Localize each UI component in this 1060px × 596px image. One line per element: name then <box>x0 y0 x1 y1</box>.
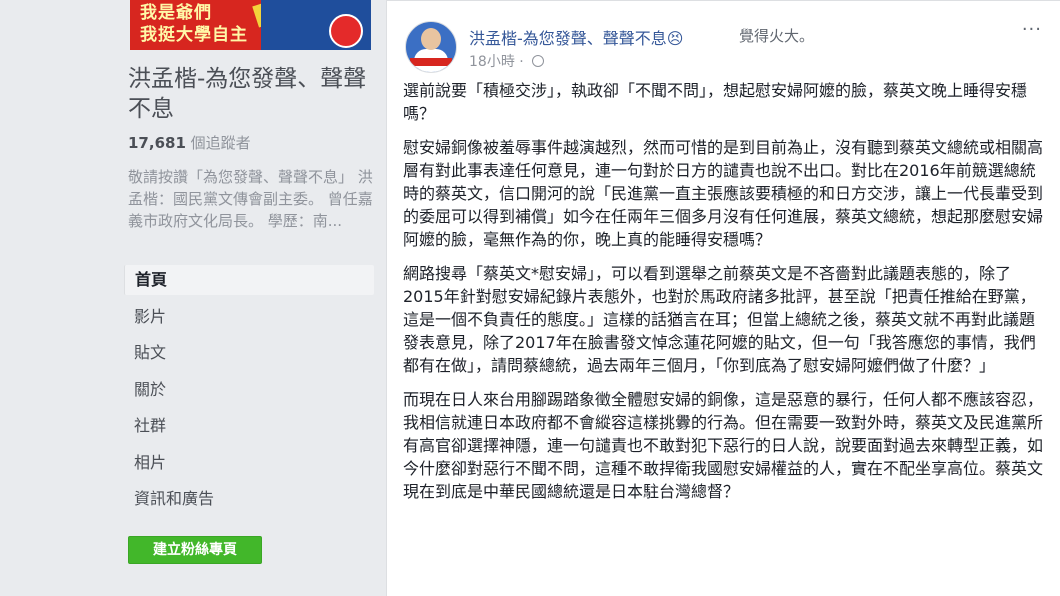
left-sidebar: 我是爺們 我挺大學自主 洪孟楷-為您發聲、聲聲不息 17,681 個追蹤者 敬請… <box>0 0 385 596</box>
post-card: 洪孟楷-為您發聲、聲聲不息😣 覺得火大。 18小時 · ··· 選前說要「積極交… <box>386 0 1060 596</box>
post-author-link[interactable]: 洪孟楷-為您發聲、聲聲不息😣 <box>469 25 683 49</box>
post-timestamp[interactable]: 18小時 · <box>469 51 545 71</box>
avatar-sash <box>410 58 452 66</box>
nav-item-videos[interactable]: 影片 <box>124 302 374 332</box>
followers-label: 個追蹤者 <box>190 134 251 152</box>
create-page-button[interactable]: 建立粉絲專頁 <box>128 536 262 564</box>
post-feeling: 覺得火大。 <box>739 27 815 45</box>
cover-text-line1: 我是爺們 <box>140 3 212 23</box>
cover-text-line2: 我挺大學自主 <box>140 25 248 45</box>
nav-item-community[interactable]: 社群 <box>124 411 374 441</box>
post-body: 選前說要「積極交涉」，執政卻「不聞不問」，想起慰安婦阿嬤的臉，蔡英文晚上睡得安穩… <box>403 79 1049 514</box>
more-options-icon[interactable]: ··· <box>1022 19 1042 40</box>
page-title[interactable]: 洪孟楷-為您發聲、聲聲不息 <box>128 64 378 124</box>
post-paragraph: 網路搜尋「蔡英文*慰安婦」，可以看到選舉之前蔡英文是不吝嗇對此議題表態的，除了2… <box>403 264 1036 375</box>
post-paragraph: 而現在日人來台用腳踢踏象徵全體慰安婦的銅像，這是惡意的暴行，任何人都不應該容忍，… <box>403 390 1044 501</box>
cover-photo[interactable]: 我是爺們 我挺大學自主 <box>130 0 371 50</box>
page-nav: 首頁 影片 貼文 關於 社群 相片 資訊和廣告 <box>124 265 374 521</box>
globe-icon <box>532 55 545 67</box>
nav-item-posts[interactable]: 貼文 <box>124 338 374 368</box>
nav-item-photos[interactable]: 相片 <box>124 448 374 478</box>
avatar-face <box>421 28 441 50</box>
post-paragraph: 選前說要「積極交涉」，執政卻「不聞不問」，想起慰安婦阿嬤的臉，蔡英文晚上睡得安穩… <box>403 81 1028 123</box>
cover-text: 我是爺們 我挺大學自主 <box>140 2 248 46</box>
feeling-emoji-icon: 😣 <box>666 29 684 48</box>
nav-item-about[interactable]: 關於 <box>124 375 374 405</box>
nav-item-home[interactable]: 首頁 <box>124 265 374 295</box>
post-paragraph: 慰安婦銅像被羞辱事件越演越烈，然而可惜的是到目前為止，沒有聽到蔡英文總統或相關高… <box>403 138 1044 249</box>
post-author-name[interactable]: 洪孟楷-為您發聲、聲聲不息 <box>469 29 667 48</box>
followers-number: 17,681 <box>128 134 186 152</box>
page-about: 敬請按讚「為您發聲、聲聲不息」 洪孟楷：國民黨文傳會副主委。 曾任嘉義市政府文化… <box>128 168 373 230</box>
followers-count: 17,681 個追蹤者 <box>128 132 251 153</box>
nav-item-info-ads[interactable]: 資訊和廣告 <box>124 484 374 514</box>
cover-badge <box>329 14 363 48</box>
post-time[interactable]: 18小時 · <box>469 54 528 70</box>
author-avatar[interactable] <box>405 21 457 73</box>
